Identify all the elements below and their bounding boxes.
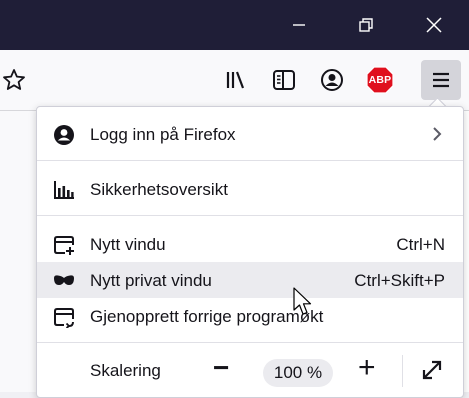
abp-label: ABP <box>368 74 392 86</box>
account-icon <box>321 69 343 91</box>
menu-separator <box>37 160 463 161</box>
fullscreen-icon[interactable] <box>421 359 443 381</box>
new-window-icon <box>54 236 74 255</box>
open-menu-button[interactable] <box>421 60 461 100</box>
sign-in-item[interactable]: Logg inn på Firefox <box>37 116 463 152</box>
sidebar-icon <box>273 70 295 90</box>
bookmark-star-button[interactable] <box>0 64 30 96</box>
new-window-label: Nytt vindu <box>90 235 166 254</box>
minimize-icon <box>293 24 305 26</box>
account-icon <box>54 125 74 145</box>
new-window-item[interactable]: Nytt vindu Ctrl+N <box>37 226 463 262</box>
account-button[interactable] <box>316 64 348 96</box>
zoom-label: Skalering <box>90 361 161 380</box>
restore-session-item[interactable]: Gjenopprett forrige programøkt <box>37 298 463 334</box>
library-icon <box>226 71 245 89</box>
close-icon <box>426 17 442 33</box>
new-window-shortcut: Ctrl+N <box>396 235 445 254</box>
menu-separator <box>37 342 463 343</box>
new-private-window-shortcut: Ctrl+Skift+P <box>354 271 445 290</box>
minimize-button[interactable] <box>276 0 322 50</box>
restore-icon <box>359 18 373 32</box>
new-private-window-label: Nytt privat vindu <box>90 271 212 290</box>
adblock-plus-button[interactable]: ABP <box>364 64 396 96</box>
sidebar-button[interactable] <box>268 64 300 96</box>
hamburger-icon <box>433 72 449 88</box>
zoom-reset-button[interactable]: 100 % <box>263 359 333 387</box>
app-menu-panel: Logg inn på Firefox Sikkerhetsoversikt N… <box>36 106 464 398</box>
title-bar <box>0 0 469 50</box>
sign-in-label: Logg inn på Firefox <box>90 125 236 144</box>
zoom-out-button[interactable]: − <box>213 354 229 382</box>
library-button[interactable] <box>220 64 252 96</box>
zoom-in-button[interactable]: + <box>358 353 376 383</box>
private-mask-icon <box>54 275 74 285</box>
restore-button[interactable] <box>343 0 389 50</box>
zoom-divider <box>402 355 403 387</box>
restore-session-icon <box>54 308 74 328</box>
bar-chart-icon <box>54 181 74 199</box>
mouse-cursor-icon <box>293 287 312 315</box>
new-private-window-item[interactable]: Nytt privat vindu Ctrl+Skift+P <box>37 262 463 298</box>
star-icon <box>3 69 25 90</box>
close-window-button[interactable] <box>411 0 457 50</box>
security-overview-label: Sikkerhetsoversikt <box>90 180 228 199</box>
menu-separator <box>37 215 463 216</box>
page-left-strip <box>0 111 37 392</box>
restore-session-label: Gjenopprett forrige programøkt <box>90 307 324 326</box>
navigation-toolbar: ABP <box>0 50 469 111</box>
security-overview-item[interactable]: Sikkerhetsoversikt <box>37 171 463 207</box>
zoom-row: Skalering − 100 % + <box>37 345 463 395</box>
chevron-right-icon <box>433 127 442 141</box>
